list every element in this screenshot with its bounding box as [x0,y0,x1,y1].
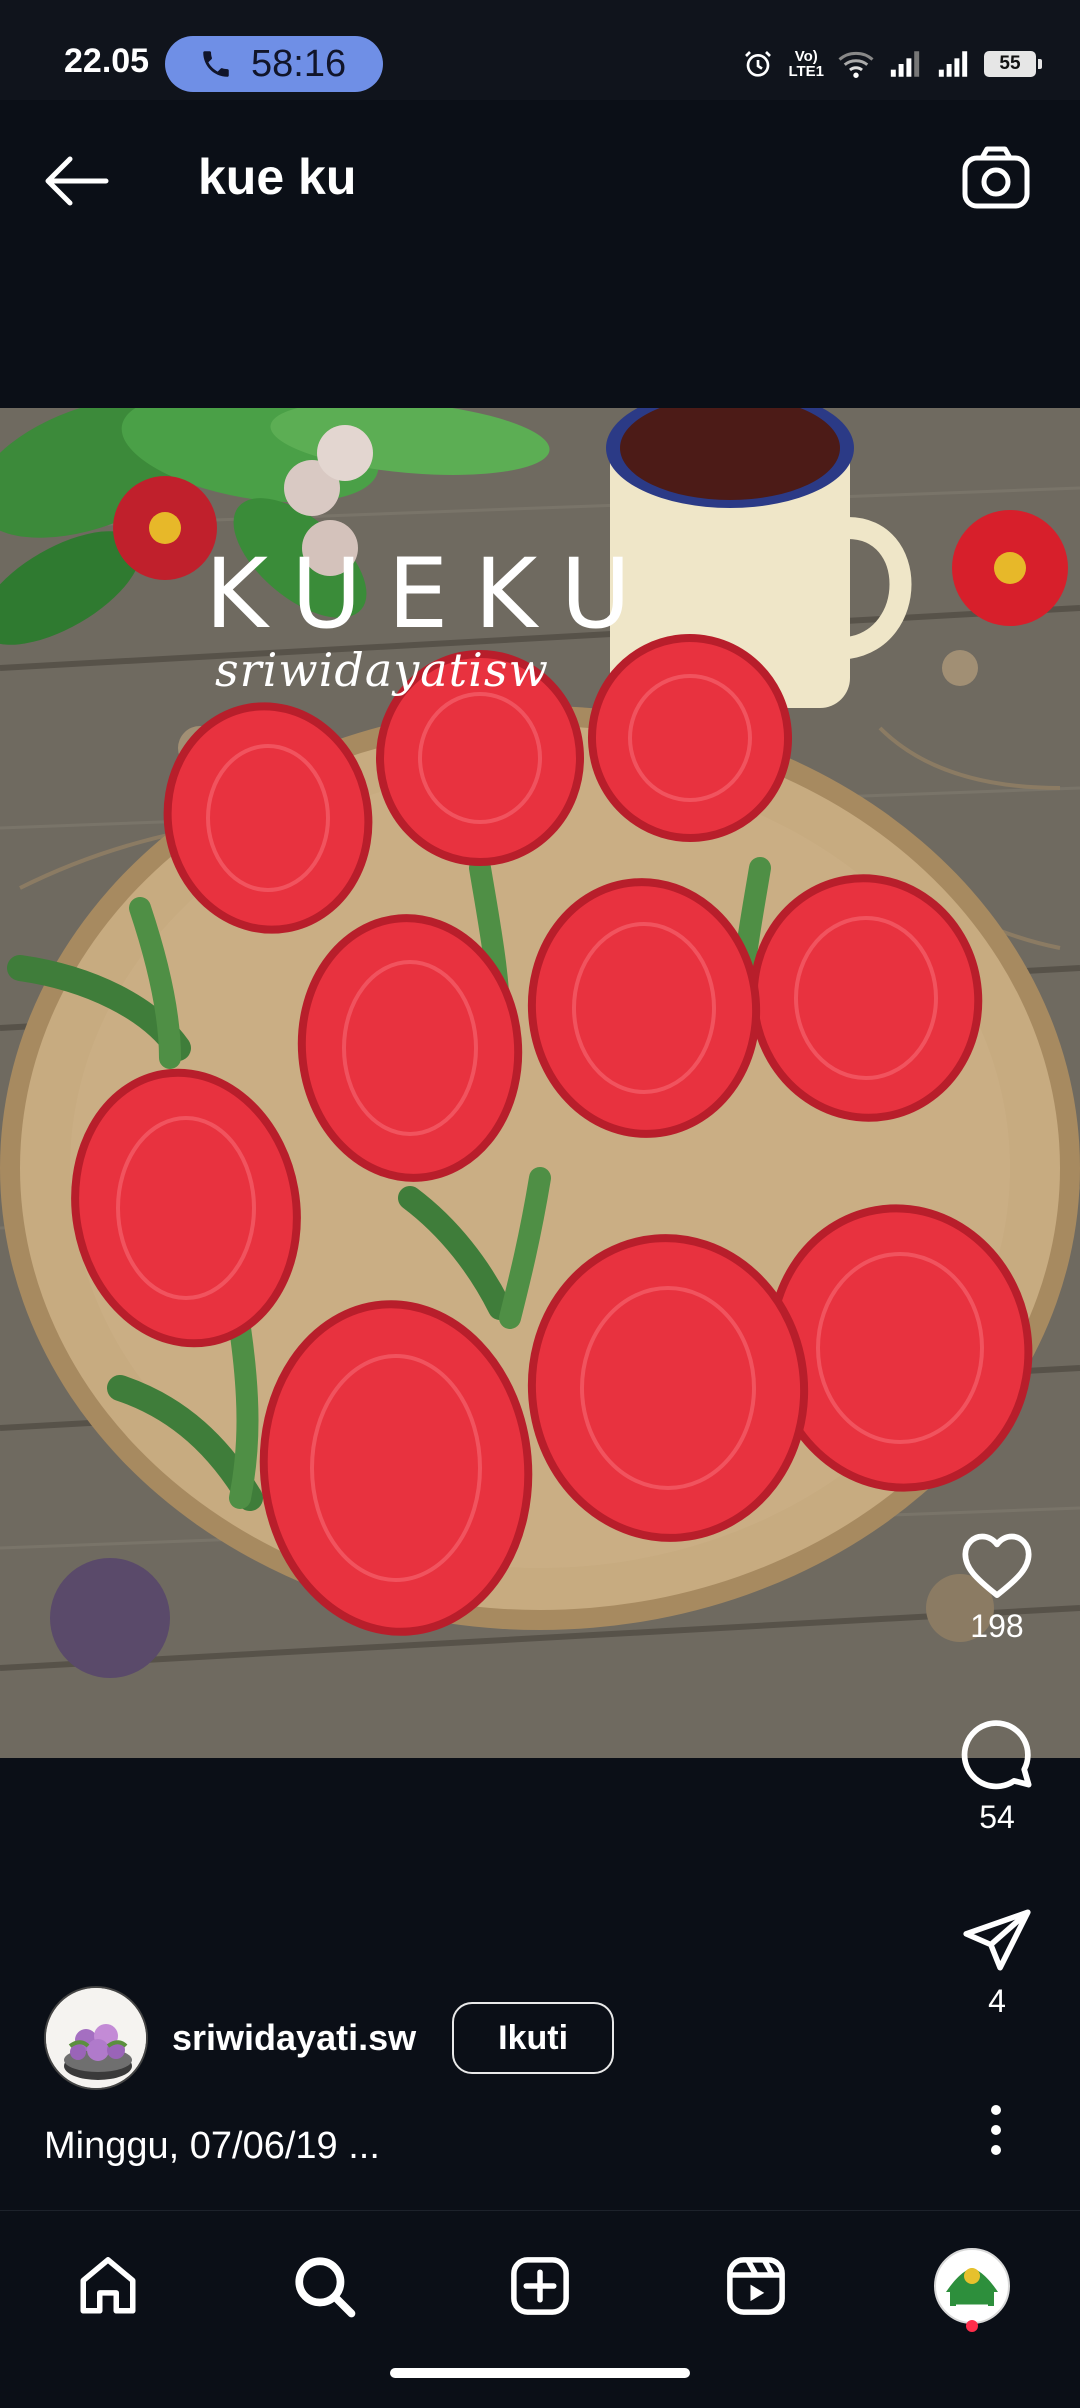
nav-search[interactable] [284,2246,364,2326]
home-indicator[interactable] [390,2368,690,2378]
ongoing-call-pill[interactable]: 58:16 [165,36,383,92]
camera-icon[interactable] [960,142,1032,214]
page-title: kue ku [198,149,357,205]
battery-indicator: 55 [984,51,1042,77]
share-icon[interactable] [960,1905,1034,1975]
comment-icon[interactable] [959,1715,1035,1791]
search-icon[interactable] [291,2253,357,2319]
home-icon[interactable] [75,2253,141,2319]
wifi-icon [838,51,874,78]
comment-count: 54 [979,1799,1015,1835]
nav-profile[interactable] [932,2246,1012,2326]
follow-button[interactable]: Ikuti [452,2002,615,2074]
post-caption[interactable]: Minggu, 07/06/19 ... [44,2125,380,2168]
photo-overlay-title: KUEKU [205,538,657,650]
reels-icon[interactable] [723,2253,789,2319]
signal-icon-1 [890,51,920,77]
app-header: kue ku [0,100,1080,250]
nav-home[interactable] [68,2246,148,2326]
like-count: 198 [970,1608,1024,1644]
notification-dot [966,2320,978,2332]
author-row: sriwidayati.sw Ikuti [44,1985,615,2091]
flower-cake-avatar-image [46,1988,146,2088]
post-photo[interactable]: KUEKU sriwidayatisw [0,408,1080,1758]
phone-icon [203,51,229,77]
author-username[interactable]: sriwidayati.sw [172,2017,416,2059]
author-avatar[interactable] [44,1986,148,2090]
nav-reels[interactable] [716,2246,796,2326]
add-icon[interactable] [507,2253,573,2319]
status-time: 22.05 [64,42,150,80]
share-count: 4 [988,1983,1006,2019]
signal-icon-2 [938,51,968,77]
share-action[interactable]: 4 [937,1905,1057,2020]
alarm-icon [745,51,772,77]
status-icons: Vo) LTE1 55 [742,42,1042,86]
bottom-navigation [0,2210,1080,2408]
nav-create[interactable] [500,2246,580,2326]
like-action[interactable]: 198 [937,1530,1057,1645]
call-duration: 58:16 [251,42,347,85]
photo-watermark: sriwidayatisw [215,643,549,697]
heart-icon[interactable] [959,1530,1035,1600]
back-arrow-icon[interactable] [40,145,112,217]
status-bar: 22.05 58:16 Vo) LTE1 55 [0,0,1080,100]
volte-indicator: Vo) LTE1 [788,48,824,80]
profile-avatar[interactable] [934,2248,1010,2324]
comment-action[interactable]: 54 [937,1715,1057,1836]
more-options-icon[interactable] [966,2100,1026,2160]
